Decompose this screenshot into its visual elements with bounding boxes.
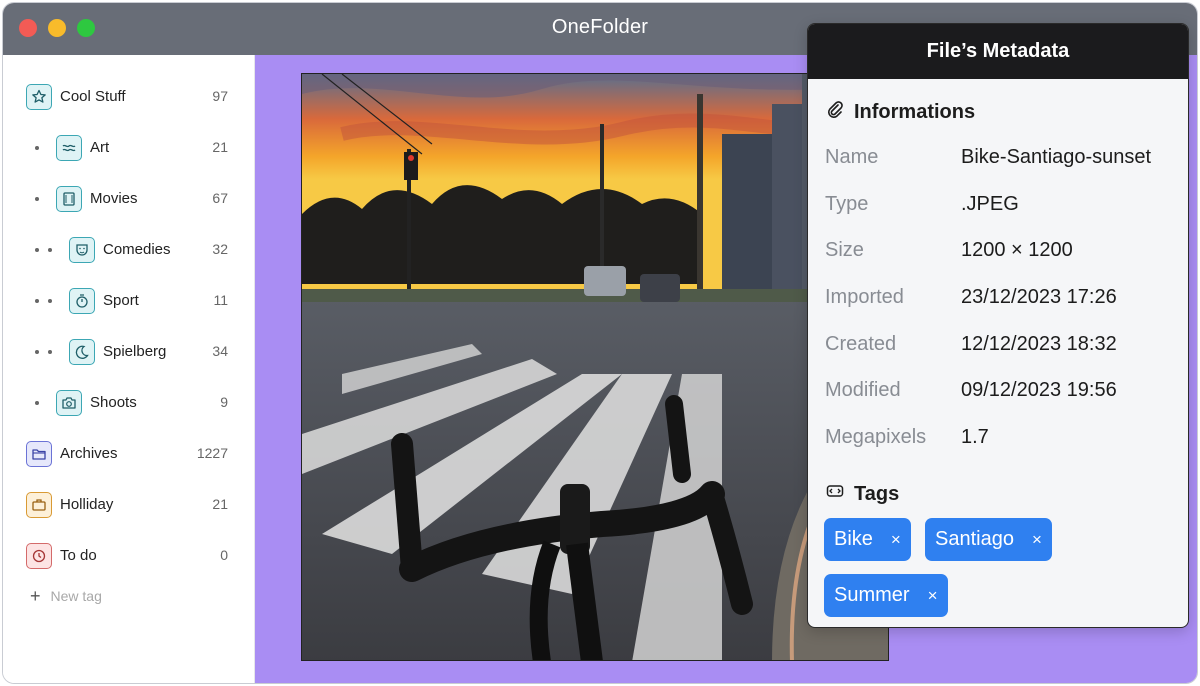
sidebar-item-count: 67 (212, 190, 228, 206)
sidebar-item-count: 11 (213, 292, 228, 308)
sidebar-item-label: Sport (103, 292, 139, 309)
meta-row-name: Name Bike-Santiago-sunset (825, 146, 1175, 169)
sidebar-item-label: To do (60, 547, 97, 564)
stopwatch-icon (69, 288, 95, 314)
meta-key: Name (825, 146, 879, 168)
meta-row-type: Type .JPEG (825, 193, 1175, 216)
meta-row-imported: Imported 23/12/2023 17:26 (825, 286, 1175, 309)
indent-dot (35, 248, 39, 252)
informations-heading: Informations (826, 100, 975, 124)
tag-chip-santiago[interactable]: Santiago × (925, 518, 1052, 561)
indent-dot (48, 350, 52, 354)
meta-key: Type (825, 193, 869, 215)
meta-key: Created (825, 333, 897, 355)
sidebar-item-count: 1227 (196, 445, 228, 461)
briefcase-icon (26, 492, 52, 518)
sidebar-item-label: Holliday (60, 496, 114, 513)
sidebar-item-label: Cool Stuff (60, 88, 126, 105)
app-window: OneFolder Cool Stuff 97 Art 21 Movies 67… (2, 2, 1198, 684)
sidebar-item-label: Shoots (90, 394, 137, 411)
remove-tag-icon[interactable]: × (891, 531, 901, 548)
tag-chip-bike[interactable]: Bike × (824, 518, 911, 561)
sidebar-item-shoots[interactable]: Shoots 9 (3, 383, 255, 423)
indent-dot (35, 146, 39, 150)
plus-icon: + (30, 586, 41, 606)
sidebar-item-art[interactable]: Art 21 (3, 128, 255, 168)
remove-tag-icon[interactable]: × (1032, 531, 1042, 548)
smile-icon (69, 237, 95, 263)
tag-chip-label: Santiago (935, 528, 1014, 550)
meta-value: Bike-Santiago-sunset (961, 146, 1152, 168)
sidebar-item-label: Art (90, 139, 110, 156)
camera-icon (56, 390, 82, 416)
bike-photo[interactable] (301, 73, 889, 661)
sidebar-item-to-do[interactable]: To do 0 (3, 536, 255, 576)
sidebar-item-archives[interactable]: Archives 1227 (3, 434, 255, 474)
remove-tag-icon[interactable]: × (928, 587, 938, 604)
sidebar-item-label: Comedies (103, 241, 171, 258)
sidebar-item-count: 0 (220, 547, 228, 563)
sidebar-item-label: Spielberg (103, 343, 167, 360)
meta-key: Modified (825, 379, 901, 401)
meta-row-created: Created 12/12/2023 18:32 (825, 333, 1175, 356)
meta-row-megapixels: Megapixels 1.7 (825, 426, 1175, 449)
indent-dot (48, 299, 52, 303)
sidebar-item-sport[interactable]: Sport 11 (3, 281, 255, 321)
sidebar-item-count: 21 (212, 496, 228, 512)
sidebar-item-label: Archives (60, 445, 118, 462)
indent-dot (35, 401, 39, 405)
meta-key: Megapixels (825, 426, 927, 448)
tags-label: Tags (854, 482, 900, 505)
meta-key: Imported (825, 286, 904, 308)
new-tag-button[interactable]: + New tag (30, 586, 102, 606)
sidebar-item-count: 32 (212, 241, 228, 257)
meta-row-size: Size 1200 × 1200 (825, 239, 1175, 262)
star-icon (26, 84, 52, 110)
paperclip-icon (826, 100, 844, 124)
metadata-panel-title: File’s Metadata (808, 24, 1188, 79)
tags-heading: Tags (826, 482, 899, 506)
moon-icon (69, 339, 95, 365)
indent-dot (48, 248, 52, 252)
meta-value: 23/12/2023 17:26 (961, 286, 1117, 308)
film-icon (56, 186, 82, 212)
sidebar-item-cool-stuff[interactable]: Cool Stuff 97 (3, 77, 255, 117)
tag-sidebar: Cool Stuff 97 Art 21 Movies 67 Comedies … (3, 55, 255, 683)
tag-chip-summer[interactable]: Summer × (824, 574, 948, 617)
folder-icon (26, 441, 52, 467)
tag-icon (826, 482, 844, 506)
sidebar-item-holliday[interactable]: Holliday 21 (3, 485, 255, 525)
meta-key: Size (825, 239, 864, 261)
sidebar-item-count: 34 (212, 343, 228, 359)
tag-chip-label: Summer (834, 584, 910, 606)
sidebar-item-count: 9 (220, 394, 228, 410)
meta-value: 12/12/2023 18:32 (961, 333, 1117, 355)
meta-value: 1.7 (961, 426, 989, 448)
meta-value: .JPEG (961, 193, 1019, 215)
sidebar-item-label: Movies (90, 190, 138, 207)
clock-icon (26, 543, 52, 569)
sidebar-item-comedies[interactable]: Comedies 32 (3, 230, 255, 270)
sidebar-item-count: 97 (212, 88, 228, 104)
sidebar-item-movies[interactable]: Movies 67 (3, 179, 255, 219)
indent-dot (35, 299, 39, 303)
waves-icon (56, 135, 82, 161)
metadata-panel: File’s Metadata Informations Name Bike-S… (807, 23, 1189, 628)
new-tag-label: New tag (50, 588, 102, 604)
sidebar-item-spielberg[interactable]: Spielberg 34 (3, 332, 255, 372)
indent-dot (35, 350, 39, 354)
informations-label: Informations (854, 100, 976, 123)
indent-dot (35, 197, 39, 201)
meta-value: 09/12/2023 19:56 (961, 379, 1117, 401)
meta-value: 1200 × 1200 (961, 239, 1073, 261)
sidebar-item-count: 21 (212, 139, 228, 155)
tag-chip-label: Bike (834, 528, 873, 550)
meta-row-modified: Modified 09/12/2023 19:56 (825, 379, 1175, 402)
